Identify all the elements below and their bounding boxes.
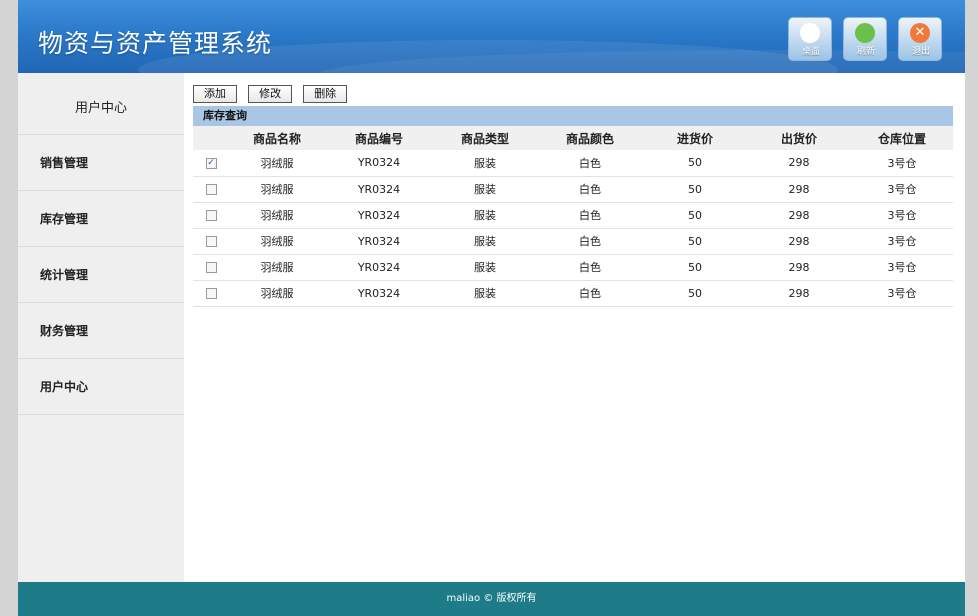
row-checkbox[interactable] bbox=[205, 236, 217, 247]
row-checkbox[interactable] bbox=[205, 210, 217, 221]
cell-color: 白色 bbox=[537, 176, 643, 203]
cell-warehouse: 3号仓 bbox=[851, 202, 953, 229]
row-checkbox-cell bbox=[193, 280, 229, 307]
cell-type: 服装 bbox=[433, 202, 537, 229]
toolbar: 添加 修改 删除 bbox=[193, 82, 953, 103]
app-window: 物资与资产管理系统 桌面 刷新 ✕ 退出 用户中心 销售管理 库存管理 统计管理… bbox=[18, 0, 965, 616]
cell-type: 服装 bbox=[433, 228, 537, 255]
sidebar: 用户中心 销售管理 库存管理 统计管理 财务管理 用户中心 bbox=[18, 73, 184, 582]
table-row[interactable]: 羽绒服 YR0324 服装 白色 50 298 3号仓 bbox=[193, 202, 953, 229]
sidebar-item-finance[interactable]: 财务管理 bbox=[18, 303, 184, 359]
exit-button-label: 退出 bbox=[911, 47, 930, 57]
column-header-name: 商品名称 bbox=[229, 126, 325, 150]
column-header-type: 商品类型 bbox=[433, 126, 537, 150]
column-header-code: 商品编号 bbox=[325, 126, 433, 150]
cell-code: YR0324 bbox=[325, 280, 433, 307]
cell-code: YR0324 bbox=[325, 254, 433, 281]
refresh-button[interactable]: 刷新 bbox=[843, 17, 887, 61]
cell-sale-price: 298 bbox=[747, 228, 851, 255]
cell-name: 羽绒服 bbox=[229, 176, 325, 203]
cell-type: 服装 bbox=[433, 254, 537, 281]
row-checkbox[interactable] bbox=[205, 184, 217, 195]
cell-code: YR0324 bbox=[325, 228, 433, 255]
sidebar-item-sales[interactable]: 销售管理 bbox=[18, 135, 184, 191]
cell-purchase-price: 50 bbox=[643, 280, 747, 307]
row-checkbox[interactable] bbox=[205, 288, 217, 299]
cell-color: 白色 bbox=[537, 280, 643, 307]
table-row[interactable]: 羽绒服 YR0324 服装 白色 50 298 3号仓 bbox=[193, 228, 953, 255]
column-header-sale-price: 出货价 bbox=[747, 126, 851, 150]
cell-color: 白色 bbox=[537, 202, 643, 229]
cell-sale-price: 298 bbox=[747, 150, 851, 177]
cell-purchase-price: 50 bbox=[643, 254, 747, 281]
delete-button[interactable]: 删除 bbox=[303, 85, 348, 103]
table-row[interactable]: 羽绒服 YR0324 服装 白色 50 298 3号仓 bbox=[193, 280, 953, 307]
cell-color: 白色 bbox=[537, 228, 643, 255]
footer: maliao © 版权所有 bbox=[18, 582, 965, 616]
column-header-select bbox=[193, 126, 229, 150]
cell-purchase-price: 50 bbox=[643, 228, 747, 255]
cell-code: YR0324 bbox=[325, 202, 433, 229]
table-header-row: 商品名称 商品编号 商品类型 商品颜色 进货价 出货价 仓库位置 bbox=[193, 126, 953, 150]
add-button[interactable]: 添加 bbox=[193, 85, 237, 103]
cell-sale-price: 298 bbox=[747, 202, 851, 229]
row-checkbox-cell bbox=[193, 228, 229, 255]
column-header-color: 商品颜色 bbox=[537, 126, 643, 150]
refresh-icon bbox=[855, 23, 875, 43]
inventory-table: 商品名称 商品编号 商品类型 商品颜色 进货价 出货价 仓库位置 ✓ 羽绒服 YR0… bbox=[193, 126, 953, 307]
home-icon bbox=[800, 23, 820, 43]
cell-name: 羽绒服 bbox=[229, 228, 325, 255]
table-body: ✓ 羽绒服 YR0324 服装 白色 50 298 3号仓 羽绒服 YR0324 服装 白色 50 298… bbox=[193, 150, 953, 307]
cell-type: 服装 bbox=[433, 280, 537, 307]
cell-warehouse: 3号仓 bbox=[851, 150, 953, 177]
cell-code: YR0324 bbox=[325, 176, 433, 203]
table-row[interactable]: ✓ 羽绒服 YR0324 服装 白色 50 298 3号仓 bbox=[193, 150, 953, 177]
row-checkbox[interactable]: ✓ bbox=[205, 157, 217, 169]
table-row[interactable]: 羽绒服 YR0324 服装 白色 50 298 3号仓 bbox=[193, 254, 953, 281]
cell-color: 白色 bbox=[537, 150, 643, 177]
sidebar-header: 用户中心 bbox=[18, 73, 184, 135]
row-checkbox-cell: ✓ bbox=[193, 150, 229, 177]
app-title: 物资与资产管理系统 bbox=[38, 29, 273, 58]
cell-warehouse: 3号仓 bbox=[851, 176, 953, 203]
cell-color: 白色 bbox=[537, 254, 643, 281]
row-checkbox-cell bbox=[193, 176, 229, 203]
cell-warehouse: 3号仓 bbox=[851, 254, 953, 281]
refresh-button-label: 刷新 bbox=[856, 47, 875, 57]
cell-name: 羽绒服 bbox=[229, 150, 325, 177]
desktop-button-label: 桌面 bbox=[801, 47, 820, 57]
exit-button[interactable]: ✕ 退出 bbox=[898, 17, 942, 61]
panel-title: 库存查询 bbox=[193, 106, 953, 126]
cell-type: 服装 bbox=[433, 176, 537, 203]
cell-type: 服装 bbox=[433, 150, 537, 177]
cell-name: 羽绒服 bbox=[229, 280, 325, 307]
row-checkbox[interactable] bbox=[205, 262, 217, 273]
cell-sale-price: 298 bbox=[747, 280, 851, 307]
sidebar-item-inventory[interactable]: 库存管理 bbox=[18, 191, 184, 247]
sidebar-item-statistics[interactable]: 统计管理 bbox=[18, 247, 184, 303]
column-header-purchase-price: 进货价 bbox=[643, 126, 747, 150]
row-checkbox-cell bbox=[193, 254, 229, 281]
cell-name: 羽绒服 bbox=[229, 202, 325, 229]
cell-sale-price: 298 bbox=[747, 176, 851, 203]
table-row[interactable]: 羽绒服 YR0324 服装 白色 50 298 3号仓 bbox=[193, 176, 953, 203]
cell-sale-price: 298 bbox=[747, 254, 851, 281]
edit-button[interactable]: 修改 bbox=[248, 85, 293, 103]
desktop-button[interactable]: 桌面 bbox=[788, 17, 832, 61]
cell-purchase-price: 50 bbox=[643, 150, 747, 177]
column-header-warehouse: 仓库位置 bbox=[851, 126, 953, 150]
exit-icon: ✕ bbox=[910, 23, 930, 43]
row-checkbox-cell bbox=[193, 202, 229, 229]
cell-warehouse: 3号仓 bbox=[851, 280, 953, 307]
cell-warehouse: 3号仓 bbox=[851, 228, 953, 255]
sidebar-item-user-center[interactable]: 用户中心 bbox=[18, 359, 184, 415]
cell-purchase-price: 50 bbox=[643, 176, 747, 203]
cell-name: 羽绒服 bbox=[229, 254, 325, 281]
cell-purchase-price: 50 bbox=[643, 202, 747, 229]
main-content: 添加 修改 删除 库存查询 商品名称 商品编号 商品类型 商品颜色 进货价 出货… bbox=[193, 82, 953, 307]
cell-code: YR0324 bbox=[325, 150, 433, 177]
header-bar: 物资与资产管理系统 桌面 刷新 ✕ 退出 bbox=[18, 0, 965, 73]
